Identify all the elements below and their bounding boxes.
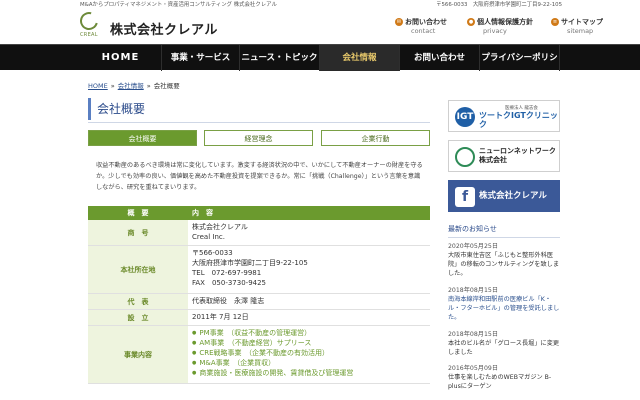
table-header-key: 概 要 [127, 209, 149, 217]
sub-tabs: 会社概要 経営理念 企業行動 [88, 130, 430, 146]
banner-label: 株式会社クレアル [479, 191, 547, 201]
table-row: 本社所在地 〒566-0033 大阪府摂津市学園町二丁目9-22-105 TEL… [88, 246, 430, 294]
news-link[interactable]: 南海本線岸和田駅前の医療ビル「K・ル・フターホビル」の管理を受託しました。 [448, 295, 560, 322]
global-nav: HOME 事業・サービス ニュース・トピックス 会社情報 お問い合わせ プライバ… [0, 44, 640, 89]
value-line: Creal Inc. [192, 233, 225, 241]
table-row: 商 号 株式会社クレアル Creal Inc. [88, 220, 430, 246]
news-heading: 最新のお知らせ [448, 224, 560, 238]
neuron-icon [455, 147, 475, 167]
nav-services[interactable]: 事業・サービス [162, 45, 240, 71]
banner-neuron-network[interactable]: ニューロンネットワーク 株式会社 [448, 140, 560, 172]
news-item: 2016年05月09日 仕事を楽しむためのWEBマガジン B-plusにターゲン [448, 364, 560, 391]
header-link-label: 個人情報保護方針 [477, 18, 533, 26]
business-item: CRE戦略事業 （企業不動産の有効活用） [192, 348, 353, 358]
igt-logo-icon: IGT [455, 107, 475, 127]
page-title: 会社概要 [88, 98, 430, 120]
breadcrumb-section[interactable]: 会社情報 [118, 82, 144, 90]
row-value: 2011年 7月 12日 [192, 310, 249, 325]
header-link-sub: privacy [483, 27, 507, 35]
nav-contact[interactable]: お問い合わせ [400, 45, 480, 71]
breadcrumb-separator: » [110, 82, 115, 90]
title-divider [88, 122, 430, 123]
lock-icon: ● [467, 18, 475, 26]
news-date: 2018年08月15日 [448, 287, 499, 294]
business-item: M&A事業 （企業買収） [192, 358, 353, 368]
value-line: 〒566-0033 [192, 249, 233, 257]
intro-text: 収益不動産のあるべき環境は常に変化しています。激変する経済状況の中で、いかにして… [96, 162, 423, 191]
header-link-label: サイトマップ [561, 18, 603, 26]
sitemap-icon: ≡ [551, 18, 559, 26]
value-line: 代表取締役 永澤 隆志 [192, 297, 265, 305]
tab-philosophy[interactable]: 経営理念 [204, 130, 313, 146]
value-line: 株式会社クレアル [192, 223, 248, 231]
row-key: 本社所在地 [88, 246, 188, 293]
breadcrumb: HOME» 会社情報» 会社概要 [88, 80, 180, 90]
row-key: 事業内容 [88, 326, 188, 383]
row-key: 商 号 [88, 220, 188, 245]
row-value: PM事業 （収益不動産の管理運営） AM事業 （不動産経営）サプリース CRE戦… [192, 326, 353, 383]
value-line: 2011年 7月 12日 [192, 313, 249, 321]
nav-news[interactable]: ニュース・トピックス [240, 45, 320, 89]
banner-label: ニューロンネットワーク 株式会社 [479, 147, 556, 164]
banner-facebook[interactable]: f 株式会社クレアル [448, 180, 560, 212]
nav-privacy[interactable]: プライバシーポリシー [480, 45, 560, 89]
header-link-sub: contact [411, 27, 436, 35]
tab-conduct[interactable]: 企業行動 [321, 130, 430, 146]
table-header-value: 内 容 [192, 209, 213, 217]
news-item: 2020年05月25日 大阪市東住吉区「ふじもと整形外科医院」の移転のコンサルテ… [448, 242, 560, 278]
row-value: 株式会社クレアル Creal Inc. [192, 220, 248, 245]
mail-icon: ✉ [395, 18, 403, 26]
news-date: 2018年08月15日 [448, 331, 499, 338]
table-header: 概 要 内 容 [88, 206, 430, 220]
business-item: PM事業 （収益不動産の管理運営） [192, 328, 353, 338]
tagline: M&Aからプロパティマネジメント・資産活用コンサルティング 株式会社クレアル [80, 2, 277, 8]
nav-home[interactable]: HOME [80, 45, 162, 71]
row-value: 代表取締役 永澤 隆志 [192, 294, 264, 309]
news-date: 2016年05月09日 [448, 365, 499, 372]
news-item: 2018年08月15日 南海本線岸和田駅前の医療ビル「K・ル・フターホビル」の管… [448, 286, 560, 322]
news-text: 仕事を楽しむためのWEBマガジン B-plusにターゲン [448, 374, 552, 390]
banner-igt-clinic[interactable]: IGT 医療法人 龍志会 ツートクIGTクリニック [448, 100, 560, 132]
tab-overview[interactable]: 会社概要 [88, 130, 197, 146]
logo[interactable]: CREAL [76, 8, 106, 42]
value-line: TEL 072-697-9981 [192, 269, 262, 277]
company-name[interactable]: 株式会社クレアル [110, 19, 218, 38]
page: M&Aからプロパティマネジメント・資産活用コンサルティング 株式会社クレアル 〒… [0, 0, 640, 400]
business-item: 商業施設・医療施設の開発、賃貸借及び管理運営 [192, 368, 353, 378]
table-row: 事業内容 PM事業 （収益不動産の管理運営） AM事業 （不動産経営）サプリース… [88, 326, 430, 384]
breadcrumb-home[interactable]: HOME [88, 82, 108, 90]
top-strip: M&Aからプロパティマネジメント・資産活用コンサルティング 株式会社クレアル 〒… [0, 0, 640, 10]
business-item: AM事業 （不動産経営）サプリース [192, 338, 353, 348]
value-line: 大阪府摂津市学園町二丁目9-22-105 [192, 259, 308, 267]
breadcrumb-current: 会社概要 [153, 82, 180, 90]
header: CREAL 株式会社クレアル ✉ お問い合わせ contact ● 個人情報保護… [0, 8, 640, 44]
nav-company[interactable]: 会社情報 [320, 45, 400, 71]
logo-mark-icon [76, 8, 102, 34]
news-date: 2020年05月25日 [448, 243, 499, 250]
row-key: 代 表 [88, 294, 188, 309]
banner-label: ツートクIGTクリニック [479, 111, 558, 129]
value-line: FAX 050-3730-9425 [192, 279, 267, 287]
news-text: 本社のビル名が「グロース長堀」に変更しました [448, 340, 560, 356]
table-row: 代 表 代表取締役 永澤 隆志 [88, 294, 430, 310]
table-row: 設 立 2011年 7月 12日 [88, 310, 430, 326]
header-link-label: お問い合わせ [405, 18, 447, 26]
header-link-sub: sitemap [567, 27, 594, 35]
logo-text: CREAL [80, 32, 98, 38]
breadcrumb-separator: » [146, 82, 151, 90]
news-text: 大阪市東住吉区「ふじもと整形外科医院」の移転のコンサルティングを致しました。 [448, 252, 560, 277]
news-item: 2018年08月15日 本社のビル名が「グロース長堀」に変更しました [448, 330, 560, 357]
row-value: 〒566-0033 大阪府摂津市学園町二丁目9-22-105 TEL 072-6… [192, 246, 308, 293]
facebook-icon: f [455, 187, 475, 207]
top-address: 〒566-0033 大阪府摂津市学園町二丁目9-22-105 [436, 2, 562, 8]
row-key: 設 立 [88, 310, 188, 325]
